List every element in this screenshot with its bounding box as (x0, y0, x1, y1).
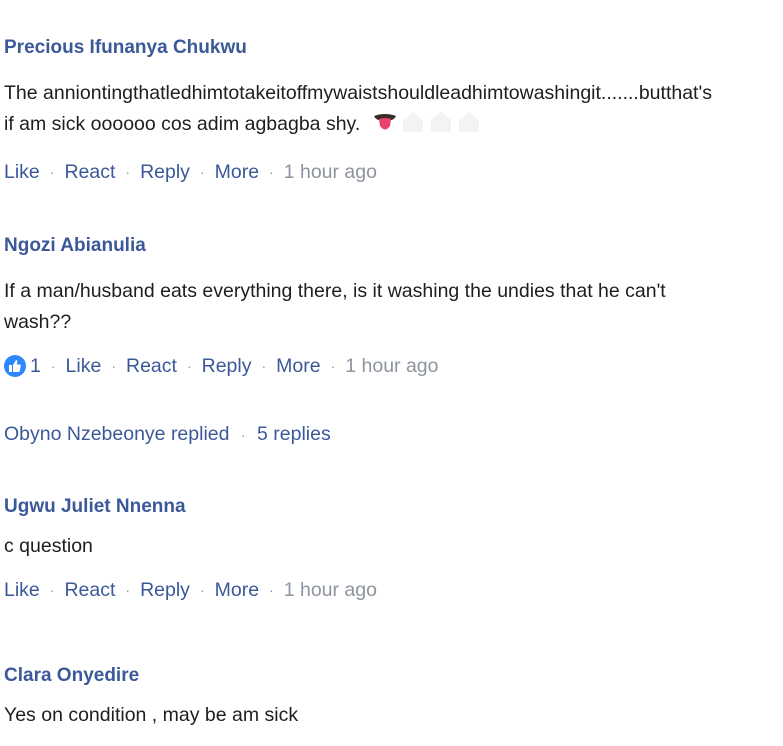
separator-dot: · (240, 427, 246, 443)
comment-text: The anniontingthatledhimtotakeitoffmywai… (4, 78, 763, 144)
comment-1: Precious Ifunanya Chukwu The anniontingt… (4, 36, 763, 186)
view-replies-link[interactable]: Obyno Nzebeonye replied · 5 replies (4, 420, 331, 449)
timestamp[interactable]: 1 hour ago (284, 576, 377, 604)
like-count[interactable]: 1 (4, 352, 41, 380)
reply-button[interactable]: Reply (140, 576, 190, 604)
react-button[interactable]: React (64, 576, 115, 604)
comment-text: If a man/husband eats everything there, … (4, 276, 763, 338)
separator-dot: · (269, 582, 274, 598)
comment-2: Ngozi Abianulia If a man/husband eats ev… (4, 234, 763, 380)
like-count-number: 1 (30, 355, 41, 377)
timestamp[interactable]: 1 hour ago (284, 158, 377, 186)
comment-actions: 1 · Like · React · Reply · More · 1 hour… (4, 352, 763, 380)
like-button[interactable]: Like (4, 576, 40, 604)
thumbs-up-icon (4, 355, 26, 377)
blank-emoji-icon (400, 110, 426, 144)
comment-text: c question (4, 531, 763, 562)
comment-author[interactable]: Clara Onyedire (4, 664, 139, 688)
separator-dot: · (199, 582, 205, 598)
comment-text-line-1: c question (4, 535, 93, 557)
separator-dot: · (261, 358, 267, 374)
separator-dot: · (199, 164, 205, 180)
blank-emoji-icon (456, 110, 482, 144)
separator-dot: · (50, 358, 56, 374)
comment-text: Yes on condition , may be am sick (4, 700, 763, 731)
comment-actions: Like · React · Reply · More · 1 hour ago (4, 576, 763, 604)
separator-dot: · (125, 164, 131, 180)
comment-text-line-1: Yes on condition , may be am sick (4, 704, 299, 726)
react-button[interactable]: React (126, 352, 177, 380)
more-button[interactable]: More (215, 576, 259, 604)
separator-dot: · (269, 164, 274, 180)
comment-actions: Like · React · Reply · More · 1 hour ago (4, 158, 763, 186)
comment-4: Clara Onyedire Yes on condition , may be… (4, 664, 763, 731)
replies-author: Obyno Nzebeonye replied (4, 423, 230, 445)
blank-emoji-icon (428, 110, 454, 144)
comment-text-line-1: If a man/husband eats everything there, … (4, 280, 666, 302)
comment-author[interactable]: Ugwu Juliet Nnenna (4, 495, 186, 519)
separator-dot: · (186, 358, 192, 374)
separator-dot: · (111, 358, 116, 374)
timestamp[interactable]: 1 hour ago (345, 352, 438, 380)
separator-dot: · (49, 164, 55, 180)
reply-button[interactable]: Reply (140, 158, 190, 186)
more-button[interactable]: More (215, 158, 259, 186)
reply-button[interactable]: Reply (202, 352, 252, 380)
more-button[interactable]: More (276, 352, 320, 380)
comment-text-line-2: if am sick oooooo cos adim agbagba shy. (4, 113, 361, 135)
separator-dot: · (330, 358, 336, 374)
react-button[interactable]: React (64, 158, 115, 186)
separator-dot: · (125, 582, 131, 598)
comment-text-line-1: The anniontingthatledhimtotakeitoffmywai… (4, 82, 712, 104)
replies-count: 5 replies (257, 423, 331, 445)
comment-author[interactable]: Ngozi Abianulia (4, 234, 146, 258)
comment-3: Ugwu Juliet Nnenna c question Like · Rea… (4, 495, 763, 604)
like-button[interactable]: Like (4, 158, 40, 186)
tongue-emoji-icon (372, 112, 398, 144)
separator-dot: · (49, 582, 55, 598)
comment-author[interactable]: Precious Ifunanya Chukwu (4, 36, 247, 60)
comment-text-line-2: wash?? (4, 311, 72, 333)
like-button[interactable]: Like (66, 352, 102, 380)
